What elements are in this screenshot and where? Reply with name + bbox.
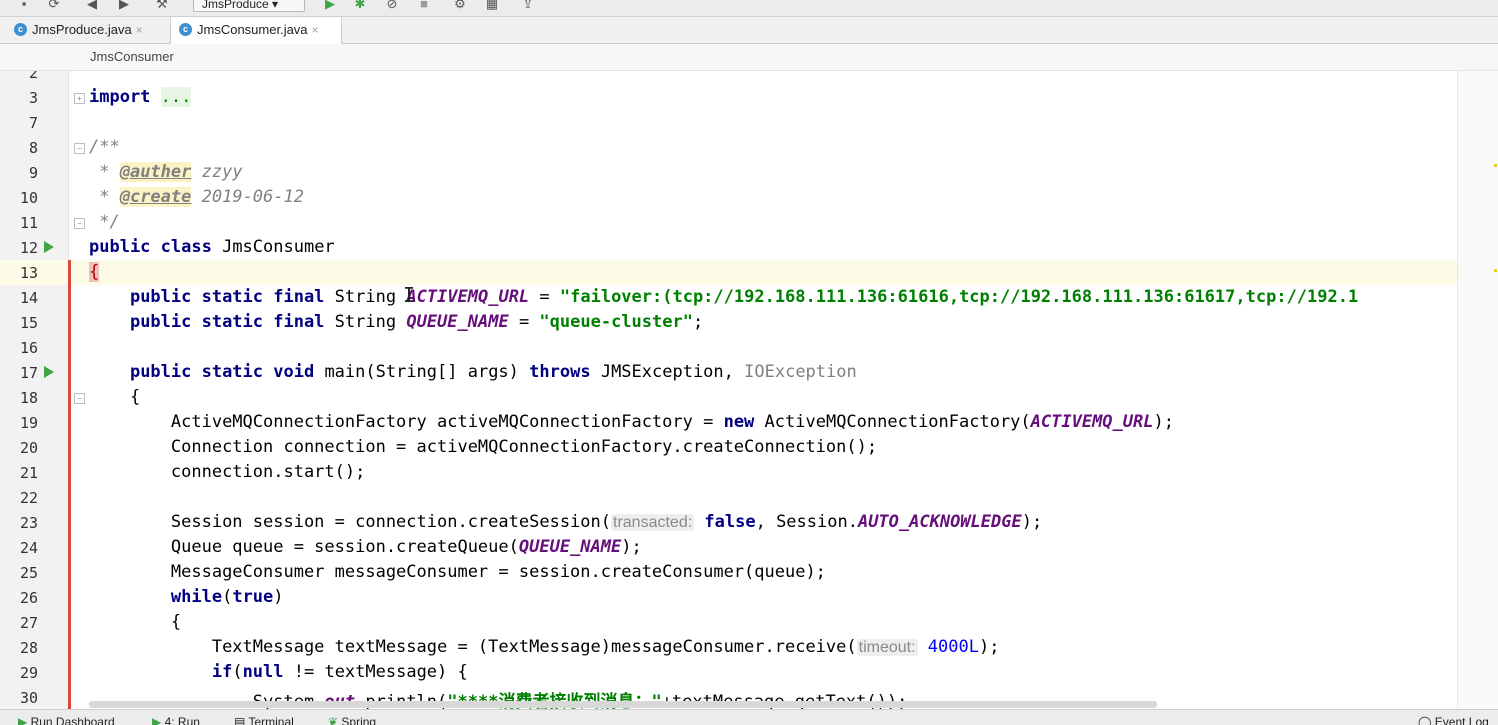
code-line: if(null != textMessage) {: [211, 662, 468, 682]
param-hint: timeout:: [856, 639, 918, 656]
line-number: 22: [19, 489, 38, 507]
line-number: 21: [19, 464, 38, 482]
code-line: Session session = connection.createSessi…: [170, 512, 1043, 532]
code-line: ActiveMQConnectionFactory activeMQConnec…: [170, 412, 1174, 432]
change-marker: [68, 260, 71, 709]
line-number: 28: [19, 639, 38, 657]
code-editor[interactable]: 2 3 7 8 9 10 11 12 13 14 15 16 17 18 19 …: [0, 71, 1498, 709]
build-icon[interactable]: ⚒: [154, 0, 170, 12]
code-line: public static void main(String[] args) t…: [129, 362, 857, 382]
line-number: 27: [19, 614, 38, 632]
code-line: connection.start();: [170, 462, 366, 482]
code-line: import ...: [89, 87, 192, 107]
close-tab-icon[interactable]: ×: [136, 23, 143, 37]
fold-icon[interactable]: −: [74, 393, 85, 404]
project-structure-icon[interactable]: ⚙: [452, 0, 468, 12]
code-line: TextMessage textMessage = (TextMessage)m…: [211, 637, 1000, 657]
matched-brace: {: [89, 262, 100, 282]
line-number: 20: [19, 439, 38, 457]
java-class-icon: c: [14, 23, 27, 36]
fold-icon[interactable]: −: [74, 143, 85, 154]
param-hint: transacted:: [611, 514, 695, 531]
line-number: 7: [28, 114, 38, 132]
line-number: 18: [19, 389, 38, 407]
tool-window-bar: ▶ Run Dashboard ▶ 4: Run ▤ Terminal ❦ Sp…: [0, 709, 1498, 725]
line-number: 15: [19, 314, 38, 332]
line-number: 2: [28, 71, 38, 82]
line-number: 25: [19, 564, 38, 582]
code-line: public static final String ACTIVEMQ_URL …: [129, 287, 1359, 307]
breadcrumb-class[interactable]: JmsConsumer: [90, 49, 174, 64]
folded-imports[interactable]: ...: [160, 87, 192, 107]
code-line: * @create 2019-06-12: [89, 187, 304, 207]
breadcrumb: JmsConsumer: [0, 44, 1498, 71]
code-line: Connection connection = activeMQConnecti…: [170, 437, 878, 457]
code-line: public class JmsConsumer: [89, 237, 335, 257]
line-number: 26: [19, 589, 38, 607]
line-number: 19: [19, 414, 38, 432]
editor-tabs: c JmsProduce.java × c JmsConsumer.java ×: [0, 17, 1498, 44]
stop-icon[interactable]: ■: [416, 0, 432, 12]
code-line: while(true): [170, 587, 284, 607]
save-icon[interactable]: ▪: [16, 0, 32, 12]
line-number: 3: [28, 89, 38, 107]
run-gutter-icon[interactable]: [44, 366, 54, 378]
line-number: 12: [19, 239, 38, 257]
code-line: Queue queue = session.createQueue(QUEUE_…: [170, 537, 642, 557]
tab-label: JmsProduce.java: [32, 22, 132, 37]
line-number: 10: [19, 189, 38, 207]
back-icon[interactable]: ◀: [84, 0, 100, 12]
line-number: 29: [19, 664, 38, 682]
line-number: 13: [19, 264, 38, 282]
error-stripe[interactable]: [1457, 71, 1498, 709]
warning-marker[interactable]: [1494, 269, 1497, 272]
code-line: {: [89, 262, 100, 282]
main-toolbar: ▪ ⟳ ◀ ▶ ⚒ JmsProduce ▾ ▶ ✱ ⊘ ■ ⚙ ▦ ⇪: [0, 0, 1498, 17]
line-number: 9: [28, 164, 38, 182]
line-number: 8: [28, 139, 38, 157]
line-number: 16: [19, 339, 38, 357]
tab-jmsproduce[interactable]: c JmsProduce.java ×: [6, 17, 166, 43]
horizontal-scrollbar[interactable]: [89, 701, 1157, 708]
code-line: public static final String QUEUE_NAME = …: [129, 312, 704, 332]
mouse-ibeam-cursor: I: [403, 283, 416, 307]
code-line: {: [129, 387, 141, 407]
sync-icon[interactable]: ⟳: [46, 0, 62, 12]
code-line: */: [89, 212, 120, 232]
run-config-select[interactable]: JmsProduce ▾: [193, 0, 305, 12]
run-gutter-icon[interactable]: [44, 241, 54, 253]
forward-icon[interactable]: ▶: [116, 0, 132, 12]
fold-icon[interactable]: −: [74, 218, 85, 229]
line-number: 23: [19, 514, 38, 532]
code-line: {: [170, 612, 182, 632]
tab-jmsconsumer[interactable]: c JmsConsumer.java ×: [170, 17, 342, 44]
code-line: MessageConsumer messageConsumer = sessio…: [170, 562, 826, 582]
line-number: 24: [19, 539, 38, 557]
code-line: * @auther zzyy: [89, 162, 243, 182]
line-number: 30: [19, 689, 38, 707]
current-line-highlight: [0, 260, 1498, 285]
code-line: /**: [89, 137, 120, 157]
line-number: 17: [19, 364, 38, 382]
vcs-icon[interactable]: ⇪: [520, 0, 536, 12]
warning-marker[interactable]: [1494, 164, 1497, 167]
coverage-icon[interactable]: ⊘: [384, 0, 400, 12]
java-class-icon: c: [179, 23, 192, 36]
line-number: 14: [19, 289, 38, 307]
debug-icon[interactable]: ✱: [352, 0, 368, 12]
tab-label: JmsConsumer.java: [197, 22, 308, 37]
line-number: 11: [19, 214, 38, 232]
run-icon[interactable]: ▶: [322, 0, 338, 12]
sdk-icon[interactable]: ▦: [484, 0, 500, 12]
close-tab-icon[interactable]: ×: [312, 23, 319, 37]
fold-icon[interactable]: +: [74, 93, 85, 104]
